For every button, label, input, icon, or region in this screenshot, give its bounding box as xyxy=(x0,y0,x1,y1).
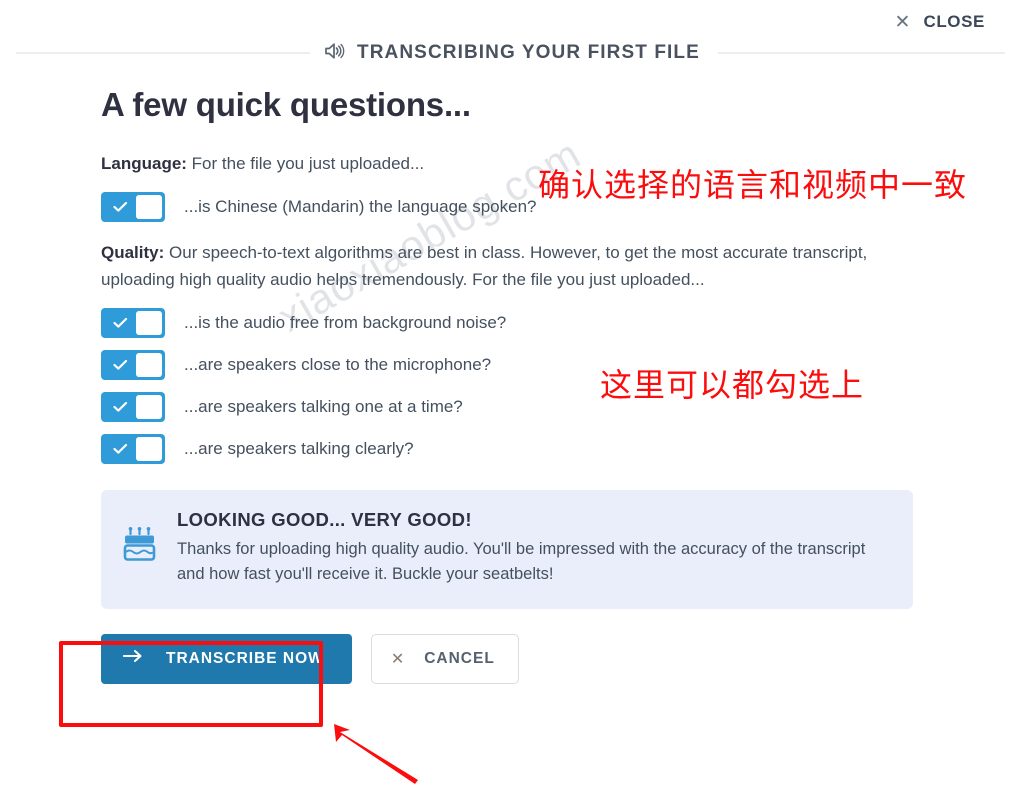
quality-question-row[interactable]: ...is the audio free from background noi… xyxy=(101,307,931,338)
transcription-questions-modal: xiaoxiaoblog.com ✕ CLOSE TRANSCRIBING YO… xyxy=(0,0,1009,789)
check-icon xyxy=(104,401,136,413)
quality-section-body: Our speech-to-text algorithms are best i… xyxy=(101,242,868,290)
quality-callout: LOOKING GOOD... VERY GOOD! Thanks for up… xyxy=(101,489,913,609)
toggle-talking-clearly[interactable] xyxy=(101,433,165,464)
callout-title: LOOKING GOOD... VERY GOOD! xyxy=(177,508,472,530)
cancel-button[interactable]: ✕ CANCEL xyxy=(370,633,519,684)
check-icon xyxy=(104,359,136,371)
quality-question-row[interactable]: ...are speakers talking clearly? xyxy=(101,433,931,464)
annotation-arrow-icon xyxy=(318,722,428,789)
speaker-icon xyxy=(324,41,346,66)
check-icon xyxy=(104,201,136,213)
toggle-knob xyxy=(136,194,162,219)
close-button[interactable]: ✕ CLOSE xyxy=(895,12,985,32)
quality-section-label: Quality: xyxy=(101,242,165,262)
callout-content: LOOKING GOOD... VERY GOOD! Thanks for up… xyxy=(177,509,889,588)
toggle-knob xyxy=(136,394,162,419)
header-divider-right xyxy=(717,52,1005,54)
check-icon xyxy=(104,443,136,455)
annotation-checkboxes-note: 这里可以都勾选上 xyxy=(600,367,865,403)
close-button-label: CLOSE xyxy=(923,12,985,31)
modal-header: TRANSCRIBING YOUR FIRST FILE xyxy=(0,38,1009,68)
header-title-group: TRANSCRIBING YOUR FIRST FILE xyxy=(310,41,702,66)
toggle-knob xyxy=(136,310,162,335)
transcribe-now-button[interactable]: TRANSCRIBE NOW xyxy=(101,633,352,684)
toggle-label: ...are speakers talking clearly? xyxy=(184,438,414,458)
annotation-language-note: 确认选择的语言和视频中一致 xyxy=(538,167,968,203)
toggle-knob xyxy=(136,352,162,377)
x-icon: ✕ xyxy=(390,650,406,668)
toggle-label: ...are speakers close to the microphone? xyxy=(184,354,492,374)
toggle-knob xyxy=(136,436,162,461)
header-divider-left xyxy=(16,52,310,54)
language-section-body: For the file you just uploaded... xyxy=(186,154,425,173)
toggle-background-noise[interactable] xyxy=(101,307,165,338)
cake-icon xyxy=(123,509,157,588)
check-icon xyxy=(104,317,136,329)
toggle-label: ...is Chinese (Mandarin) the language sp… xyxy=(184,196,537,216)
toggle-close-to-microphone[interactable] xyxy=(101,349,165,380)
toggle-label: ...is the audio free from background noi… xyxy=(184,312,507,332)
cancel-label: CANCEL xyxy=(424,649,495,667)
toggle-language-spoken[interactable] xyxy=(101,191,165,222)
page-title: A few quick questions... xyxy=(101,86,471,123)
language-section-label: Language: xyxy=(101,154,187,173)
header-title: TRANSCRIBING YOUR FIRST FILE xyxy=(357,42,700,63)
toggle-one-at-a-time[interactable] xyxy=(101,391,165,422)
quality-section-text: Quality: Our speech-to-text algorithms a… xyxy=(101,239,891,294)
toggle-label: ...are speakers talking one at a time? xyxy=(184,396,463,416)
transcribe-now-label: TRANSCRIBE NOW xyxy=(166,649,324,667)
action-row: TRANSCRIBE NOW ✕ CANCEL xyxy=(101,633,931,684)
callout-text: Thanks for uploading high quality audio.… xyxy=(177,539,866,584)
close-icon: ✕ xyxy=(894,11,911,33)
arrow-right-icon xyxy=(122,649,143,668)
